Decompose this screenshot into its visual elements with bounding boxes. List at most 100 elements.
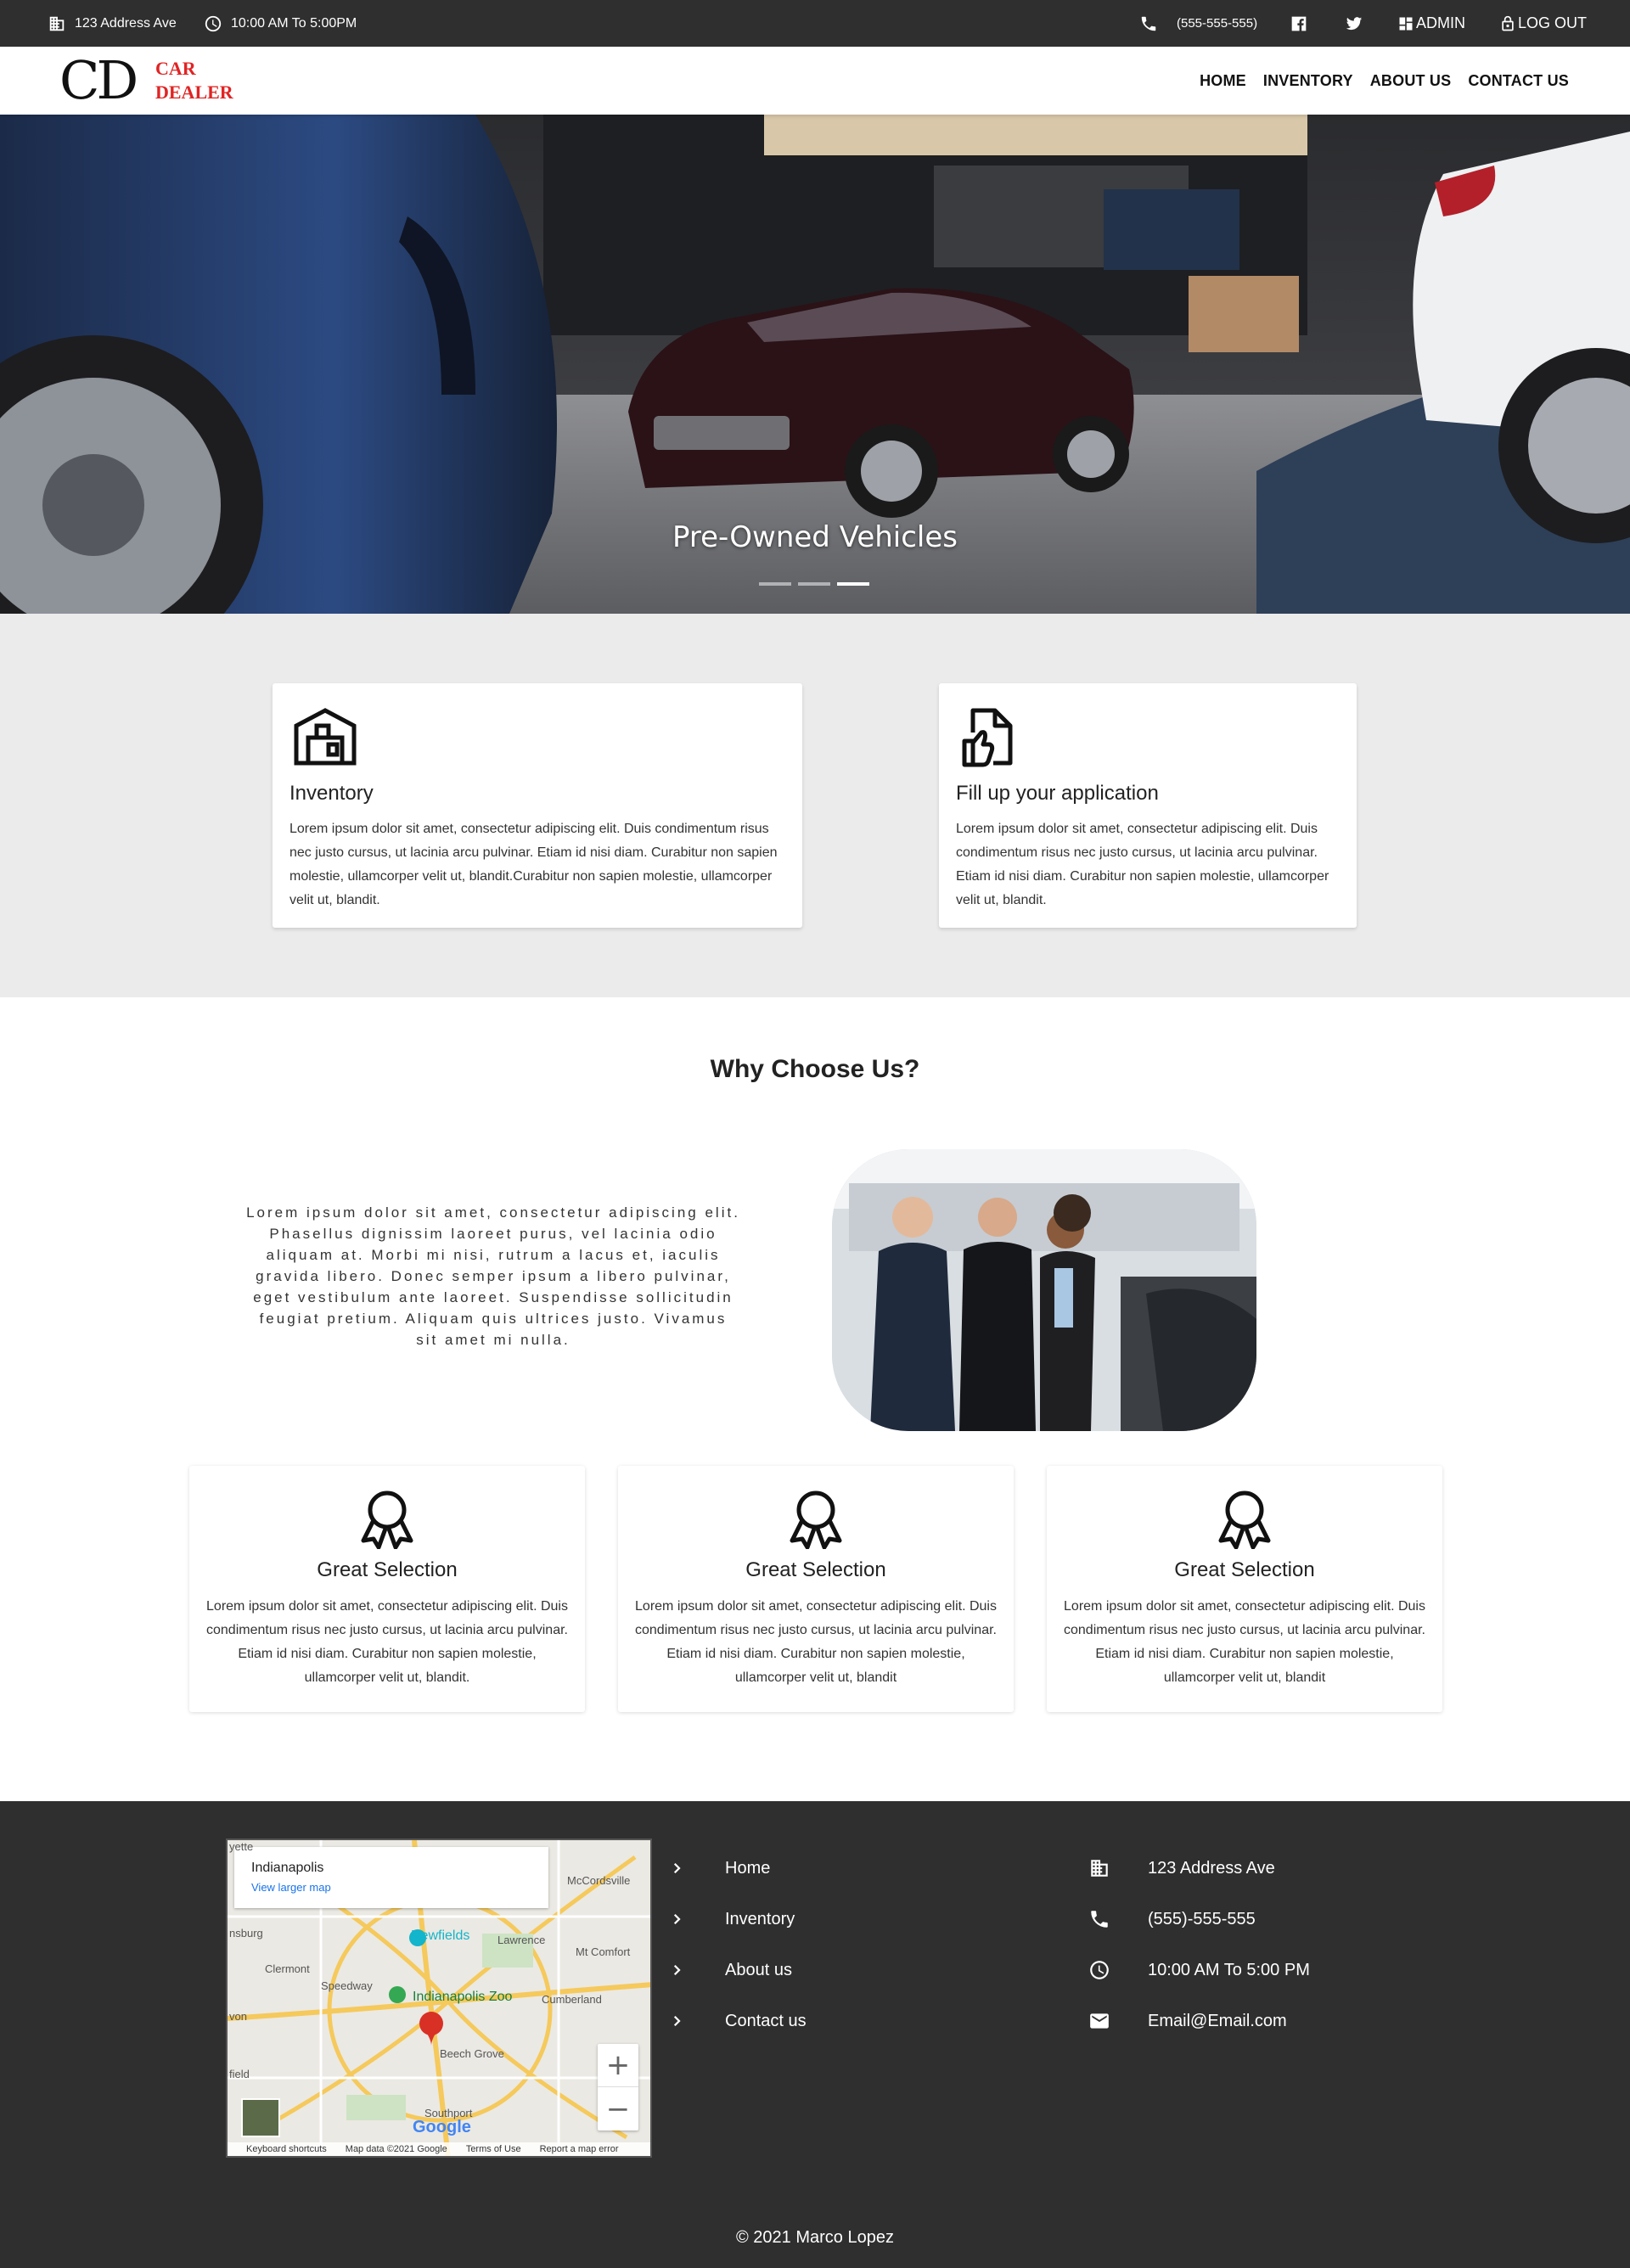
map-terms-link[interactable]: Terms of Use: [466, 2144, 521, 2154]
feature-2-text: Lorem ipsum dolor sit amet, consectetur …: [635, 1599, 997, 1685]
logout-link[interactable]: LOG OUT: [1499, 0, 1587, 47]
twitter-link[interactable]: [1345, 0, 1363, 47]
chevron-right-icon: [673, 2015, 681, 2027]
zoom-in-button[interactable]: +: [598, 2044, 638, 2087]
view-larger-map-link[interactable]: View larger map: [251, 1881, 331, 1894]
nav-contact-us[interactable]: CONTACT US: [1468, 72, 1569, 90]
logout-label[interactable]: LOG OUT: [1518, 14, 1587, 32]
location-map[interactable]: Indianapolis View larger map Newfields I…: [226, 1839, 652, 2158]
phone-icon: [1091, 1911, 1108, 1928]
building-icon: [1091, 1860, 1108, 1877]
why-choose-us-heading: Why Choose Us?: [710, 1055, 920, 1083]
lock-icon: [1502, 15, 1514, 31]
map-info-box: Indianapolis View larger map: [234, 1847, 548, 1908]
phone-icon: [1141, 16, 1156, 31]
facebook-icon[interactable]: [1290, 15, 1307, 32]
map-label-nsburg: nsburg: [229, 1927, 263, 1940]
map-label-mccordsville: McCordsville: [567, 1874, 631, 1887]
logo-line-dealer: DEALER: [155, 81, 233, 103]
top-info-bar: 123 Address Ave 10:00 AM To 5:00PM (555-…: [0, 0, 1630, 47]
nav-about-us[interactable]: ABOUT US: [1370, 72, 1452, 90]
footer-link-home[interactable]: Home: [669, 1855, 924, 1881]
clock-icon: [205, 15, 222, 31]
map-label-field: field: [229, 2068, 250, 2080]
map-place-newfields[interactable]: Newfields: [411, 1928, 469, 1944]
warehouse-icon: [294, 708, 357, 766]
chevron-right-icon: [673, 1964, 681, 1976]
footer-link-home-label[interactable]: Home: [725, 1859, 770, 1878]
map-label-mt-comfort: Mt Comfort: [576, 1945, 631, 1958]
building-icon: [49, 16, 65, 31]
chevron-right-icon: [673, 1913, 681, 1925]
map-label-speedway: Speedway: [321, 1979, 373, 1992]
carousel-dot-1[interactable]: [759, 582, 791, 586]
map-report-error-link[interactable]: Report a map error: [540, 2144, 619, 2154]
hero-caption: Pre-Owned Vehicles: [672, 520, 958, 554]
topbar-phone-text: (555-555-555): [1177, 16, 1258, 31]
map-zoom-controls: + −: [598, 2044, 638, 2130]
feature-2-title: Great Selection: [745, 1558, 886, 1581]
services-section: Inventory Lorem ipsum dolor sit amet, co…: [0, 614, 1630, 997]
google-logo: Google: [413, 2118, 471, 2136]
feature-card-1: Great Selection Lorem ipsum dolor sit am…: [189, 1466, 585, 1712]
topbar-address: 123 Address Ave: [48, 0, 177, 47]
application-card[interactable]: Fill up your application Lorem ipsum dol…: [939, 683, 1357, 928]
document-thumbs-up-icon: [962, 708, 1013, 767]
copyright-text: © 2021 Marco Lopez: [736, 2228, 894, 2247]
dealership-people-image: [832, 1149, 1256, 1431]
site-logo[interactable]: CD CAR DEALER: [59, 54, 238, 107]
map-label-lawrence: Lawrence: [497, 1934, 546, 1946]
footer-link-inventory[interactable]: Inventory: [669, 1906, 924, 1932]
carousel-dot-2[interactable]: [798, 582, 830, 586]
application-card-title: Fill up your application: [956, 782, 1159, 805]
footer-link-about-label[interactable]: About us: [725, 1961, 792, 1980]
carousel-dot-3[interactable]: [837, 582, 869, 586]
inventory-card[interactable]: Inventory Lorem ipsum dolor sit amet, co…: [273, 683, 802, 928]
footer-link-contact-label[interactable]: Contact us: [725, 2012, 807, 2031]
feature-3-text: Lorem ipsum dolor sit amet, consectetur …: [1064, 1599, 1425, 1685]
topbar-hours: 10:00 AM To 5:00PM: [204, 0, 357, 47]
footer-phone[interactable]: (555)-555-555: [1088, 1906, 1428, 1932]
map-label-beech-grove: Beech Grove: [440, 2047, 504, 2060]
carousel-indicators: [759, 582, 869, 586]
nav-inventory[interactable]: INVENTORY: [1263, 72, 1353, 90]
salespeople-photo: [832, 1149, 1256, 1431]
admin-link[interactable]: ADMIN: [1397, 0, 1465, 47]
footer-address-text: 123 Address Ave: [1148, 1858, 1275, 1878]
footer-link-contact[interactable]: Contact us: [669, 2008, 924, 2034]
footer-hours-text: 10:00 AM To 5:00 PM: [1148, 1960, 1310, 1979]
footer-link-inventory-label[interactable]: Inventory: [725, 1910, 795, 1929]
satellite-toggle[interactable]: [241, 2098, 280, 2137]
mail-icon: [1090, 2013, 1109, 2029]
logo-wordmark: CAR DEALER: [155, 57, 233, 104]
facebook-link[interactable]: [1290, 0, 1307, 47]
topbar-hours-text: 10:00 AM To 5:00PM: [231, 15, 357, 31]
feature-1-title: Great Selection: [317, 1558, 458, 1581]
admin-label[interactable]: ADMIN: [1416, 14, 1465, 32]
inventory-card-title: Inventory: [289, 782, 374, 805]
footer-address: 123 Address Ave: [1088, 1855, 1428, 1881]
application-card-text: Lorem ipsum dolor sit amet, consectetur …: [956, 822, 1329, 907]
award-ribbon-icon: [790, 1490, 842, 1549]
nav-home[interactable]: HOME: [1200, 72, 1246, 90]
topbar-address-text: 123 Address Ave: [75, 15, 177, 31]
map-city-name: Indianapolis: [251, 1861, 324, 1875]
hero-carousel[interactable]: Pre-Owned Vehicles: [0, 115, 1630, 614]
footer-email-text[interactable]: Email@Email.com: [1148, 2012, 1287, 2031]
footer-link-about[interactable]: About us: [669, 1957, 924, 1983]
feature-card-2: Great Selection Lorem ipsum dolor sit am…: [618, 1466, 1014, 1712]
map-data-attribution: Map data ©2021 Google: [345, 2144, 447, 2154]
map-keyboard-shortcuts[interactable]: Keyboard shortcuts: [246, 2144, 327, 2154]
topbar-phone[interactable]: (555-555-555): [1139, 0, 1257, 47]
clock-icon: [1090, 1961, 1109, 1979]
map-label-von: von: [229, 2010, 247, 2023]
map-attribution-bar: Keyboard shortcuts Map data ©2021 Google…: [228, 2142, 650, 2156]
main-navbar: CD CAR DEALER HOME INVENTORY ABOUT US CO…: [0, 47, 1630, 115]
footer-email[interactable]: Email@Email.com: [1088, 2008, 1428, 2034]
dashboard-icon: [1399, 17, 1413, 30]
map-label-cumberland: Cumberland: [542, 1993, 602, 2006]
twitter-icon[interactable]: [1345, 15, 1363, 32]
footer-phone-text[interactable]: (555)-555-555: [1148, 1910, 1256, 1929]
map-place-zoo[interactable]: Indianapolis Zoo: [413, 1990, 512, 2005]
zoom-out-button[interactable]: −: [598, 2087, 638, 2130]
